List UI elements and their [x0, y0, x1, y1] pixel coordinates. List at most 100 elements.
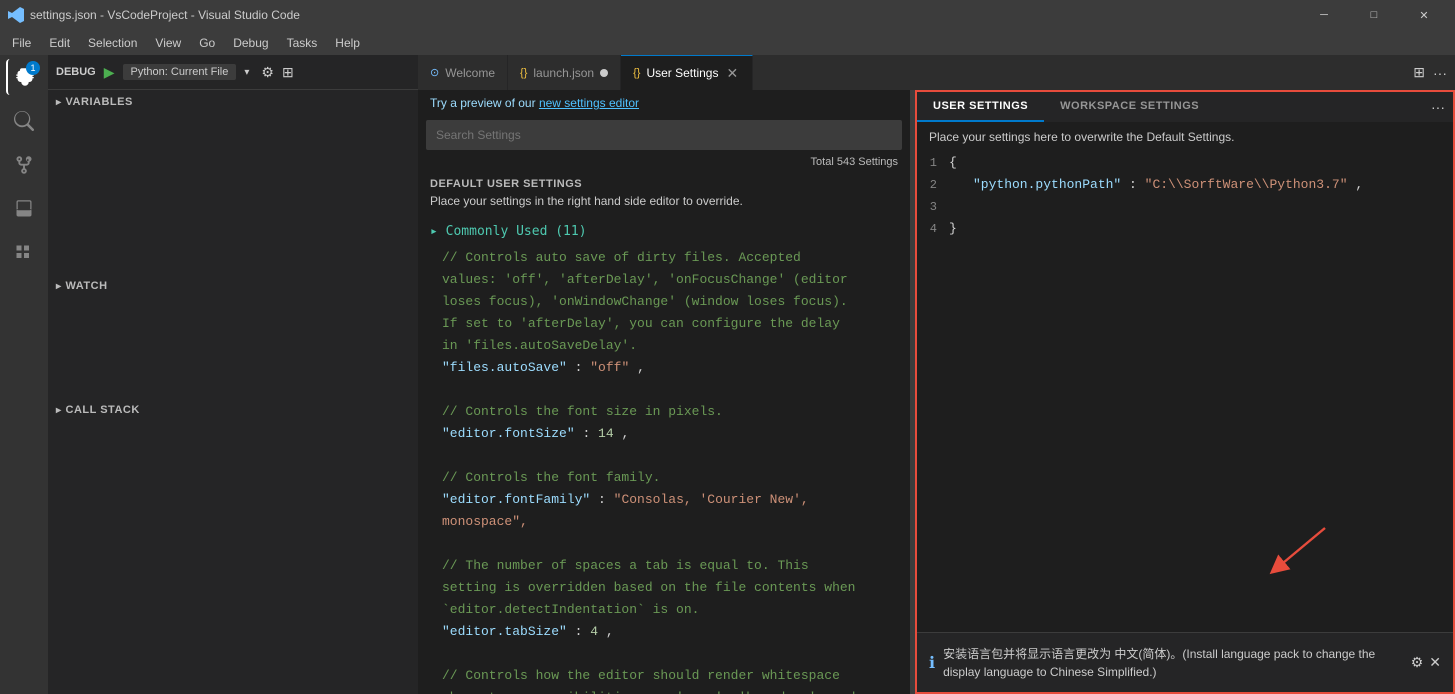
code-line: characters, possibilities are 'none', 'b… [418, 687, 910, 694]
menu-bar: File Edit Selection View Go Debug Tasks … [0, 30, 1455, 55]
code-line: "files.autoSave" : "off" , [418, 357, 910, 379]
title-bar-left: settings.json - VsCodeProject - Visual S… [8, 7, 300, 23]
chevron-icon: ▸ [56, 281, 62, 292]
debug-toolbar: DEBUG ▶ Python: Current File ▾ ⚙ ⊞ [48, 55, 418, 90]
new-settings-link[interactable]: new settings editor [539, 96, 639, 110]
menu-tasks[interactable]: Tasks [279, 34, 326, 52]
split-editor-icon[interactable]: ⊞ [1413, 64, 1425, 81]
code-line: "editor.tabSize" : 4 , [418, 621, 910, 643]
default-settings-pane: Try a preview of our new settings editor… [418, 90, 910, 694]
editor-content: Try a preview of our new settings editor… [418, 90, 1455, 694]
maximize-button[interactable]: □ [1351, 0, 1397, 30]
code-line: // Controls the font family. [418, 467, 910, 489]
minimize-button[interactable]: ─ [1301, 0, 1347, 30]
menu-debug[interactable]: Debug [225, 34, 276, 52]
us-code-line-4: 4 } [917, 218, 1453, 240]
variables-section-header[interactable]: ▸ VARIABLES [48, 90, 418, 114]
code-line: // The number of spaces a tab is equal t… [418, 555, 910, 577]
code-line: `editor.detectIndentation` is on. [418, 599, 910, 621]
chevron-down-icon[interactable]: ▾ [244, 67, 249, 78]
code-line [418, 643, 910, 665]
user-settings-code-area: 1 { 2 "python.pythonPath" : "C:\\SorftWa… [917, 148, 1453, 632]
debug-split-icon[interactable]: ⊞ [282, 64, 294, 81]
vscode-icon [8, 7, 24, 23]
watch-section-header[interactable]: ▸ WATCH [48, 274, 418, 298]
code-line [418, 445, 910, 467]
chevron-icon: ▸ [56, 405, 62, 416]
tab-user-settings-label: User Settings [646, 66, 718, 80]
watch-label: WATCH [66, 280, 108, 292]
chevron-icon: ▸ [56, 97, 62, 108]
notification-settings-icon[interactable]: ⚙ [1411, 654, 1424, 671]
tab-user-settings[interactable]: {} User Settings ✕ [621, 55, 753, 90]
code-line: monospace", [418, 511, 910, 533]
us-code-line-2: 2 "python.pythonPath" : "C:\\SorftWare\\… [917, 174, 1453, 196]
close-button[interactable]: ✕ [1401, 0, 1447, 30]
activity-bar: 1 [0, 55, 48, 694]
debug-badge: 1 [26, 61, 40, 75]
user-settings-tabs: USER SETTINGS WORKSPACE SETTINGS ··· [917, 92, 1453, 122]
user-settings-tab[interactable]: USER SETTINGS [917, 92, 1044, 122]
menu-edit[interactable]: Edit [41, 34, 78, 52]
tab-launch-json[interactable]: {} launch.json [508, 55, 621, 90]
code-line: // Controls how the editor should render… [418, 665, 910, 687]
info-icon: ℹ [929, 653, 935, 673]
activity-source-control[interactable] [6, 147, 42, 183]
code-line: "editor.fontFamily" : "Consolas, 'Courie… [418, 489, 910, 511]
search-settings-input[interactable] [436, 128, 892, 142]
title-bar: settings.json - VsCodeProject - Visual S… [0, 0, 1455, 30]
json-icon-2: {} [633, 67, 640, 79]
code-line: values: 'off', 'afterDelay', 'onFocusCha… [418, 269, 910, 291]
window-title: settings.json - VsCodeProject - Visual S… [30, 8, 300, 22]
notification-close-icon[interactable]: ✕ [1429, 654, 1441, 671]
editor-area: ⊙ Welcome {} launch.json {} User Setting… [418, 55, 1455, 694]
workspace-settings-tab[interactable]: WORKSPACE SETTINGS [1044, 92, 1215, 122]
code-line [418, 379, 910, 401]
debug-play-button[interactable]: ▶ [104, 64, 115, 81]
total-settings-label: Total 543 Settings [418, 154, 910, 172]
menu-selection[interactable]: Selection [80, 34, 145, 52]
menu-help[interactable]: Help [327, 34, 368, 52]
debug-config-label[interactable]: Python: Current File [123, 64, 237, 80]
tabs-bar: ⊙ Welcome {} launch.json {} User Setting… [418, 55, 1455, 90]
activity-explorer[interactable] [6, 235, 42, 271]
more-options-icon[interactable]: ··· [1423, 92, 1453, 122]
activity-extensions[interactable] [6, 191, 42, 227]
menu-view[interactable]: View [147, 34, 189, 52]
code-line: in 'files.autoSaveDelay'. [418, 335, 910, 357]
welcome-tab-icon: ⊙ [430, 66, 439, 79]
code-line: If set to 'afterDelay', you can configur… [418, 313, 910, 335]
user-settings-pane: USER SETTINGS WORKSPACE SETTINGS ··· Pla… [915, 90, 1455, 694]
code-line: // Controls auto save of dirty files. Ac… [418, 247, 910, 269]
tab-welcome[interactable]: ⊙ Welcome [418, 55, 508, 90]
activity-search[interactable] [6, 103, 42, 139]
commonly-used-header[interactable]: ▸ Commonly Used (11) [418, 216, 910, 243]
tabs-end-icons: ⊞ ··· [1405, 55, 1455, 90]
activity-debug[interactable]: 1 [6, 59, 42, 95]
more-actions-icon[interactable]: ··· [1433, 65, 1447, 81]
default-settings-code: // Controls auto save of dirty files. Ac… [418, 243, 910, 694]
code-line: setting is overridden based on the file … [418, 577, 910, 599]
debug-settings-icon[interactable]: ⚙ [261, 64, 274, 81]
title-bar-controls: ─ □ ✕ [1301, 0, 1447, 30]
sidebar: DEBUG ▶ Python: Current File ▾ ⚙ ⊞ ▸ VAR… [48, 55, 418, 694]
code-line: loses focus), 'onWindowChange' (window l… [418, 291, 910, 313]
code-line: "editor.fontSize" : 14 , [418, 423, 910, 445]
main-layout: 1 DEBUG ▶ Python: Current File ▾ ⚙ ⊞ ▸ V… [0, 55, 1455, 694]
debug-label: DEBUG [56, 66, 96, 78]
menu-file[interactable]: File [4, 34, 39, 52]
variables-label: VARIABLES [66, 96, 133, 108]
menu-go[interactable]: Go [191, 34, 223, 52]
call-stack-label: CALL STACK [66, 404, 140, 416]
default-settings-desc: Place your settings in the right hand si… [418, 192, 910, 216]
modified-indicator [600, 69, 608, 77]
us-code-line-1: 1 { [917, 152, 1453, 174]
call-stack-section-header[interactable]: ▸ CALL STACK [48, 398, 418, 422]
default-settings-header: DEFAULT USER SETTINGS [418, 172, 910, 192]
tab-welcome-label: Welcome [445, 66, 495, 80]
tab-close-button[interactable]: ✕ [724, 64, 740, 83]
user-settings-description: Place your settings here to overwrite th… [917, 122, 1453, 148]
search-settings-bar[interactable] [426, 120, 902, 150]
notification-bar: ℹ 安装语言包并将显示语言更改为 中文(简体)。(Install languag… [917, 632, 1453, 692]
code-line [418, 533, 910, 555]
